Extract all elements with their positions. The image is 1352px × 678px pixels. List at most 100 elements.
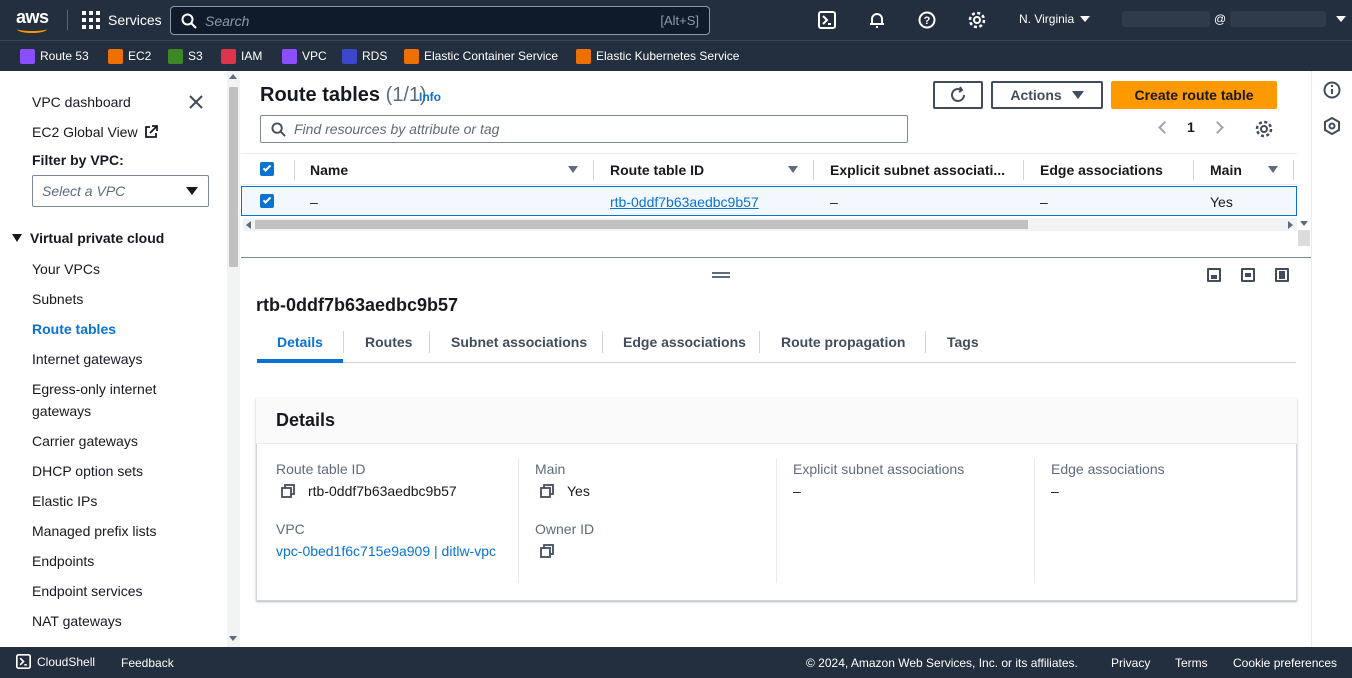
section-virtual-private-cloud[interactable]: Virtual private cloud	[12, 230, 164, 246]
filter-placeholder: Find resources by attribute or tag	[294, 121, 500, 137]
favorites-bar: Route 53 EC2 S3 IAM VPC RDS Elastic Cont…	[0, 40, 1352, 71]
privacy-link[interactable]: Privacy	[1111, 656, 1150, 670]
copy-icon[interactable]	[281, 484, 295, 498]
resource-filter-input[interactable]: Find resources by attribute or tag	[260, 115, 908, 143]
column-header-explicit-subnet[interactable]: Explicit subnet associati...	[830, 162, 1005, 178]
column-divider[interactable]	[1193, 160, 1194, 180]
column-divider[interactable]	[1293, 160, 1294, 180]
scroll-down-arrow-icon[interactable]	[229, 636, 237, 641]
column-header-edge-associations[interactable]: Edge associations	[1040, 162, 1163, 178]
feedback-link[interactable]: Feedback	[121, 656, 174, 670]
sort-caret-icon[interactable]	[1268, 166, 1278, 173]
sort-caret-icon[interactable]	[568, 166, 578, 173]
split-panel-drag-handle[interactable]	[712, 272, 730, 278]
favorite-label: VPC	[302, 49, 327, 63]
explore-hexagon-icon[interactable]	[1323, 117, 1341, 135]
favorite-route53[interactable]: Route 53	[20, 48, 89, 64]
column-divider[interactable]	[1023, 160, 1024, 180]
scroll-up-arrow-icon[interactable]	[229, 74, 237, 79]
vpc-link[interactable]: vpc-0bed1f6c715e9a909 | ditlw-vpc	[276, 540, 496, 562]
tab-routes[interactable]: Routes	[365, 334, 412, 350]
tab-divider	[925, 331, 926, 353]
favorite-iam[interactable]: IAM	[221, 48, 262, 64]
info-circle-icon[interactable]	[1323, 81, 1341, 99]
column-divider[interactable]	[813, 160, 814, 180]
explicit-subnet-label: Explicit subnet associations	[793, 461, 965, 477]
favorite-eks[interactable]: Elastic Kubernetes Service	[576, 48, 739, 64]
settings-gear-icon[interactable]	[966, 9, 988, 31]
table-row[interactable]: – rtb-0ddf7b63aedbc9b57 – – Yes	[241, 186, 1297, 216]
vpc-filter-select[interactable]: Select a VPC	[32, 175, 209, 207]
sidebar-item-nat-gateways[interactable]: NAT gateways	[32, 613, 122, 629]
scroll-right-arrow-icon[interactable]	[1288, 221, 1293, 229]
tab-route-propagation[interactable]: Route propagation	[781, 334, 905, 350]
favorite-vpc[interactable]: VPC	[282, 48, 327, 64]
copy-icon[interactable]	[540, 484, 554, 498]
favorite-rds[interactable]: RDS	[342, 48, 387, 64]
global-search-input[interactable]: Search [Alt+S]	[170, 6, 710, 35]
tab-details[interactable]: Details	[277, 334, 323, 350]
notifications-bell-icon[interactable]	[866, 9, 888, 31]
cell-route-table-id-link[interactable]: rtb-0ddf7b63aedbc9b57	[610, 194, 759, 210]
sidebar-item-egress-only-internet-gateways[interactable]: Egress-only internet	[32, 381, 157, 397]
column-header-route-table-id[interactable]: Route table ID	[610, 162, 704, 178]
current-page-number[interactable]: 1	[1187, 119, 1195, 135]
panel-position-bottom-icon[interactable]	[1207, 268, 1221, 282]
tab-edge-associations[interactable]: Edge associations	[623, 334, 746, 350]
sidebar-item-route-tables[interactable]: Route tables	[32, 321, 116, 337]
tab-divider	[343, 331, 344, 353]
preferences-gear-icon[interactable]	[1255, 120, 1273, 138]
row-checkbox[interactable]	[260, 194, 274, 208]
next-page-icon[interactable]	[1210, 120, 1224, 134]
tab-subnet-associations[interactable]: Subnet associations	[451, 334, 587, 350]
sidebar-item-endpoint-services[interactable]: Endpoint services	[32, 583, 143, 599]
sidebar-item-carrier-gateways[interactable]: Carrier gateways	[32, 433, 138, 449]
sidebar-item-endpoints[interactable]: Endpoints	[32, 553, 94, 569]
table-vertical-scrollbar-thumb[interactable]	[1298, 230, 1310, 246]
sidebar-item-dhcp-option-sets[interactable]: DHCP option sets	[32, 463, 143, 479]
sidebar-item-managed-prefix-lists[interactable]: Managed prefix lists	[32, 523, 157, 539]
column-header-name[interactable]: Name	[310, 162, 348, 178]
services-menu-button[interactable]: Services	[82, 10, 162, 30]
sidebar-item-subnets[interactable]: Subnets	[32, 291, 83, 307]
terms-link[interactable]: Terms	[1175, 656, 1208, 670]
sidebar-item-internet-gateways[interactable]: Internet gateways	[32, 351, 143, 367]
help-icon[interactable]: ?	[916, 9, 938, 31]
favorite-s3[interactable]: S3	[168, 48, 203, 64]
refresh-button[interactable]	[933, 81, 983, 109]
account-menu[interactable]: @	[1122, 11, 1347, 27]
actions-button[interactable]: Actions	[991, 81, 1103, 109]
favorite-ec2[interactable]: EC2	[108, 48, 151, 64]
table-header: Name Route table ID Explicit subnet asso…	[241, 153, 1297, 185]
aws-logo[interactable]: aws	[16, 8, 50, 34]
panel-position-middle-icon[interactable]	[1241, 268, 1255, 282]
previous-page-icon[interactable]	[1158, 120, 1171, 134]
tab-tags[interactable]: Tags	[947, 334, 979, 350]
column-header-main[interactable]: Main	[1210, 162, 1242, 178]
create-route-table-button[interactable]: Create route table	[1111, 81, 1277, 109]
cloudshell-button[interactable]: CloudShell	[16, 654, 95, 669]
column-divider[interactable]	[593, 160, 594, 180]
sidebar-item-elastic-ips[interactable]: Elastic IPs	[32, 493, 97, 509]
scroll-left-arrow-icon[interactable]	[246, 221, 251, 229]
aws-smile-icon	[17, 25, 47, 33]
sidebar-vpc-dashboard[interactable]: VPC dashboard	[32, 94, 131, 110]
ec2-icon	[108, 48, 123, 64]
info-link[interactable]: Info	[419, 90, 441, 104]
scroll-down-arrow-icon[interactable]	[1300, 221, 1308, 226]
sort-caret-icon[interactable]	[788, 166, 798, 173]
sidebar-item-your-vpcs[interactable]: Your VPCs	[32, 261, 100, 277]
caret-down-icon	[186, 187, 198, 195]
panel-position-full-icon[interactable]	[1275, 268, 1289, 282]
close-icon[interactable]	[188, 94, 204, 110]
select-all-checkbox[interactable]	[260, 162, 274, 176]
sidebar-scrollbar-thumb[interactable]	[229, 87, 238, 267]
region-selector[interactable]: N. Virginia	[1019, 12, 1091, 26]
cloudshell-icon[interactable]	[816, 9, 838, 31]
sidebar-ec2-global-view[interactable]: EC2 Global View	[32, 124, 158, 140]
sidebar-item-egress-only-internet-gateways[interactable]: gateways	[32, 403, 91, 419]
cookie-preferences-link[interactable]: Cookie preferences	[1233, 656, 1337, 670]
favorite-ecs[interactable]: Elastic Container Service	[404, 48, 558, 64]
copy-icon[interactable]	[540, 544, 554, 558]
horizontal-scrollbar-thumb[interactable]	[255, 220, 1028, 229]
